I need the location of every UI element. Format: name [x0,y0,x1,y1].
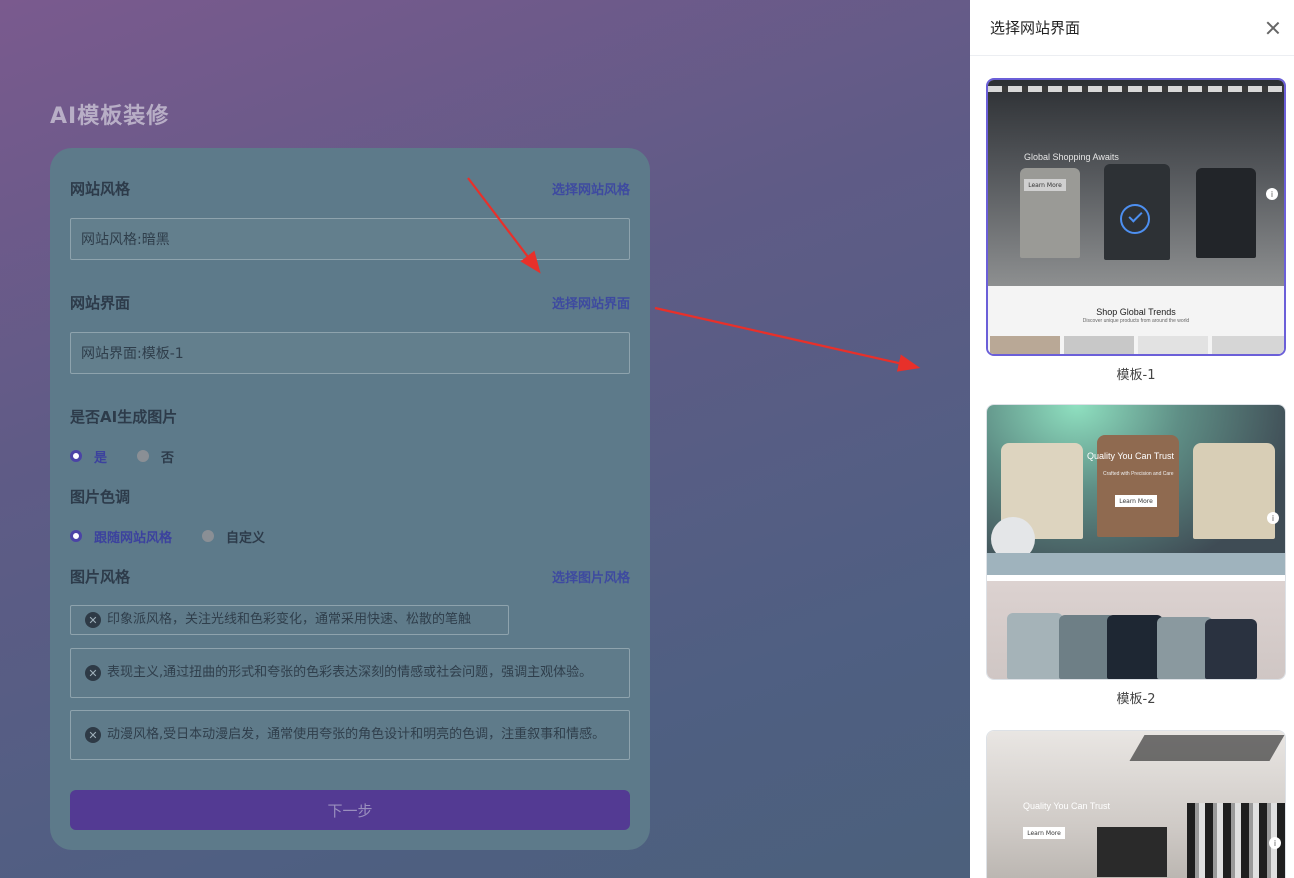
image-style-tag: ✕ 动漫风格,受日本动漫启发，通常使用夸张的角色设计和明亮的色调，注重叙事和情感… [70,710,630,760]
tone-custom-label: 自定义 [226,530,266,546]
style-section-header: 网站风格 选择网站风格 [70,177,630,199]
product-thumb [1064,336,1134,354]
image-style-tag: ✕ 印象派风格，关注光线和色彩变化，通常采用快速、松散的笔触 [70,605,509,635]
template-list: Global Shopping Awaits Learn More i Shop… [970,56,1294,878]
info-dot-icon: i [1267,512,1279,524]
arrow-to-drawer [654,306,921,372]
next-step-button[interactable]: 下一步 [70,790,630,830]
choose-image-style-link[interactable]: 选择图片风格 [552,567,630,586]
template-name-2: 模板-2 [1116,692,1156,707]
ai-image-no-radio[interactable]: 否 [137,447,174,466]
template-mini-button: Learn More [1024,179,1066,191]
template-mini-button: Learn More [1115,495,1157,507]
template-section-title: Shop Global Trends [1096,307,1176,317]
tshirt-shape [1193,443,1275,539]
template-thumbnail-3[interactable]: Quality You Can Trust Learn More i [986,730,1286,878]
product-thumb [1138,336,1208,354]
ai-image-label: 是否AI生成图片 [70,407,178,426]
layout-section-header: 网站界面 选择网站界面 [70,291,630,313]
tone-section-header: 图片色调 [70,485,630,507]
ai-image-section-header: 是否AI生成图片 [70,405,630,427]
page-title: AI模板装修 [50,104,170,129]
close-icon[interactable] [1266,21,1280,35]
shirt-shape [1205,619,1257,679]
template-name-1: 模板-1 [1116,368,1156,383]
template-card-1[interactable]: Global Shopping Awaits Learn More i Shop… [986,78,1286,383]
info-dot-icon: i [1269,837,1281,849]
drawer-header: 选择网站界面 [970,0,1294,56]
display-table [987,553,1285,575]
ceiling-lamp [1129,735,1285,761]
tone-label: 图片色调 [70,487,131,506]
remove-tag-icon[interactable]: ✕ [85,665,101,681]
template-card-2[interactable]: Quality You Can Trust Crafted with Preci… [986,404,1286,707]
radio-checked-icon [70,450,82,462]
tag-text: 表现主义,通过扭曲的形式和夸张的色彩表达深刻的情感或社会问题，强调主观体验。 [107,665,593,680]
template-hero-text: Quality You Can Trust [1023,801,1111,811]
template-thumbnail-1[interactable]: Global Shopping Awaits Learn More i Shop… [986,78,1286,356]
choose-style-link[interactable]: 选择网站风格 [552,179,630,198]
info-dot-icon: i [1266,188,1278,200]
shirt-shape [1196,168,1256,258]
template-hero-subtitle: Crafted with Precision and Care [1103,471,1174,477]
image-style-label: 图片风格 [70,567,131,586]
radio-unchecked-icon [137,450,150,462]
ai-image-yes-label: 是 [94,450,108,466]
tone-radio-group: 跟随网站风格 自定义 [70,525,295,547]
ai-image-yes-radio[interactable]: 是 [70,447,107,466]
tone-follow-label: 跟随网站风格 [94,530,173,546]
template-hero-text: Global Shopping Awaits [1024,152,1119,162]
product-thumb [1212,336,1284,354]
ai-image-radio-group: 是 否 [70,445,204,467]
drawer-title: 选择网站界面 [990,19,1081,37]
layout-label: 网站界面 [70,293,131,312]
select-layout-drawer: 选择网站界面 Global Shopping Awaits Learn More… [970,0,1294,878]
remove-tag-icon[interactable]: ✕ [85,727,101,743]
tag-text: 动漫风格,受日本动漫启发，通常使用夸张的角色设计和明亮的色调，注重叙事和情感。 [107,727,606,742]
template-hero-text: Quality You Can Trust [1087,451,1175,461]
template-card-3[interactable]: Quality You Can Trust Learn More i [986,730,1286,878]
ai-image-no-label: 否 [161,450,175,466]
clothes-rack [1097,827,1167,877]
style-label: 网站风格 [70,179,131,198]
radio-checked-icon [70,530,82,542]
decoration-form: 网站风格 选择网站风格 网站风格:暗黑 网站界面 选择网站界面 网站界面:模板-… [50,148,650,850]
layout-field[interactable]: 网站界面:模板-1 [70,332,630,374]
image-style-section-header: 图片风格 选择图片风格 [70,565,630,587]
tone-custom-radio[interactable]: 自定义 [202,527,265,546]
radio-unchecked-icon [202,530,215,542]
choose-layout-link[interactable]: 选择网站界面 [552,293,630,312]
ceiling-lights [988,86,1284,92]
image-style-tag: ✕ 表现主义,通过扭曲的形式和夸张的色彩表达深刻的情感或社会问题，强调主观体验。 [70,648,630,698]
style-field[interactable]: 网站风格:暗黑 [70,218,630,260]
template-thumbnail-2[interactable]: Quality You Can Trust Crafted with Preci… [986,404,1286,680]
tag-text: 印象派风格，关注光线和色彩变化，通常采用快速、松散的笔触 [107,612,472,627]
tone-follow-radio[interactable]: 跟随网站风格 [70,527,172,546]
selected-check-icon [1120,204,1150,234]
product-thumb [990,336,1060,354]
remove-tag-icon[interactable]: ✕ [85,612,101,628]
template-section-subtitle: Discover unique products from around the… [1082,318,1190,324]
shirt-shape [1107,615,1163,679]
template-mini-button: Learn More [1023,827,1065,839]
shirt-shape [1007,613,1063,679]
